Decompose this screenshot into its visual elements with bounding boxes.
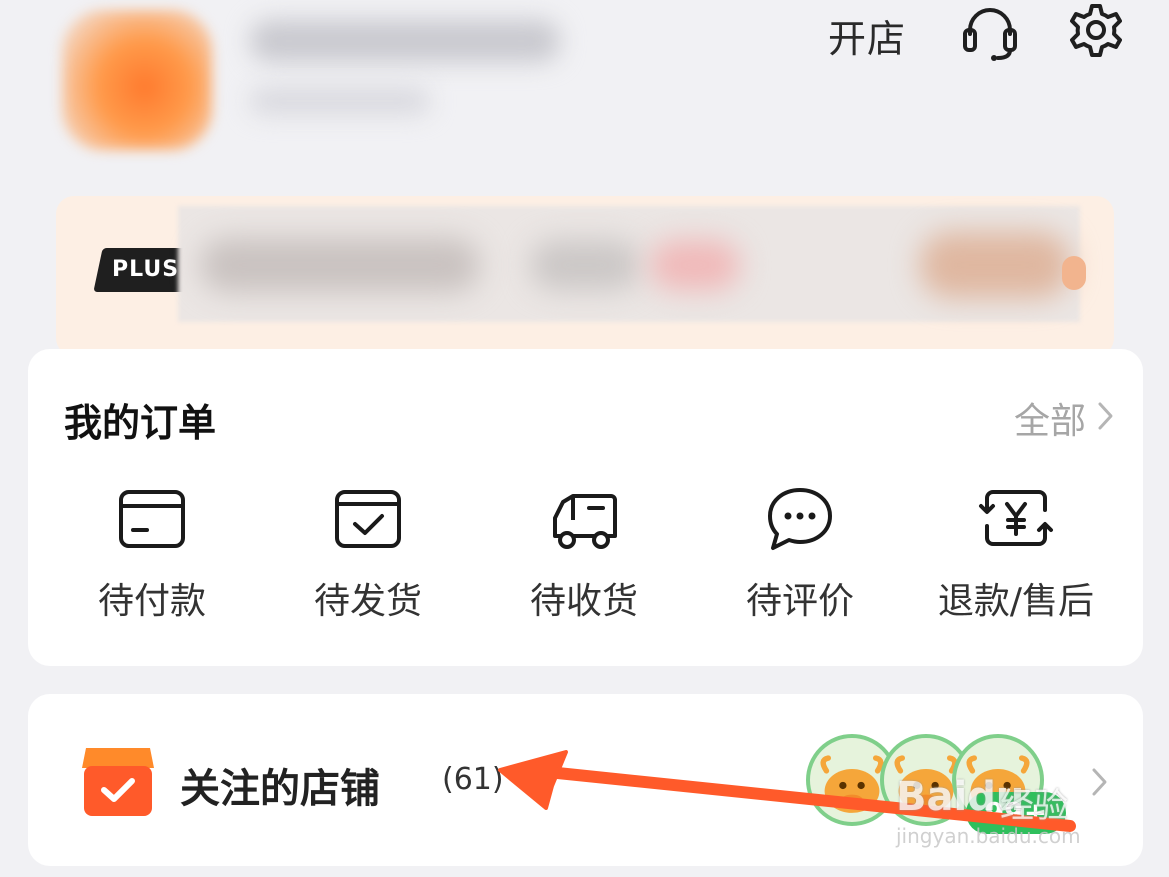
order-pending-review[interactable]: 待评价 bbox=[692, 470, 908, 630]
shop-check-icon bbox=[80, 744, 156, 818]
my-account-page: 开店 PLUS 我的订单 全部 待付款 待发货 待收货 待评价 退款/售后 关注… bbox=[0, 0, 1169, 877]
banner-redacted-block bbox=[650, 240, 740, 290]
banner-redacted-button bbox=[920, 232, 1070, 298]
open-shop-link[interactable]: 开店 bbox=[828, 8, 906, 63]
user-avatar[interactable] bbox=[62, 10, 212, 150]
order-item-label: 待付款 bbox=[97, 581, 206, 622]
user-name-redacted bbox=[250, 20, 560, 62]
watermark-suffix: 经验 bbox=[1000, 786, 1068, 826]
view-all-orders-link[interactable]: 全部 bbox=[1014, 392, 1086, 444]
refund-yen-icon bbox=[977, 480, 1055, 558]
order-item-label: 待收货 bbox=[529, 581, 638, 622]
order-item-label: 退款/售后 bbox=[937, 581, 1095, 622]
banner-redacted-block bbox=[200, 238, 480, 292]
delivery-truck-icon bbox=[545, 480, 623, 558]
order-pending-payment[interactable]: 待付款 bbox=[44, 470, 260, 630]
headset-icon[interactable] bbox=[958, 0, 1022, 64]
followed-shops-title: 关注的店铺 bbox=[180, 766, 380, 812]
order-pending-shipment[interactable]: 待发货 bbox=[260, 470, 476, 630]
wallet-card-icon bbox=[113, 480, 191, 558]
box-check-icon bbox=[329, 480, 407, 558]
user-subtitle-redacted bbox=[250, 88, 430, 114]
order-item-label: 待评价 bbox=[745, 581, 854, 622]
gear-icon[interactable] bbox=[1064, 0, 1128, 64]
order-pending-receipt[interactable]: 待收货 bbox=[476, 470, 692, 630]
plus-badge-label: PLUS bbox=[112, 257, 180, 282]
my-orders-title: 我的订单 bbox=[64, 401, 217, 445]
baidu-watermark: Baidu 经验 jingyan.baidu.com bbox=[896, 774, 1116, 854]
chevron-right-icon[interactable] bbox=[1096, 398, 1116, 434]
banner-edge-dot bbox=[1062, 256, 1086, 290]
followed-shops-count: (61) bbox=[442, 762, 504, 797]
banner-redacted-block bbox=[530, 240, 640, 290]
chat-bubble-icon bbox=[761, 480, 839, 558]
watermark-url: jingyan.baidu.com bbox=[896, 824, 1081, 848]
order-refund-after-sales[interactable]: 退款/售后 bbox=[908, 470, 1124, 630]
order-item-label: 待发货 bbox=[313, 581, 422, 622]
